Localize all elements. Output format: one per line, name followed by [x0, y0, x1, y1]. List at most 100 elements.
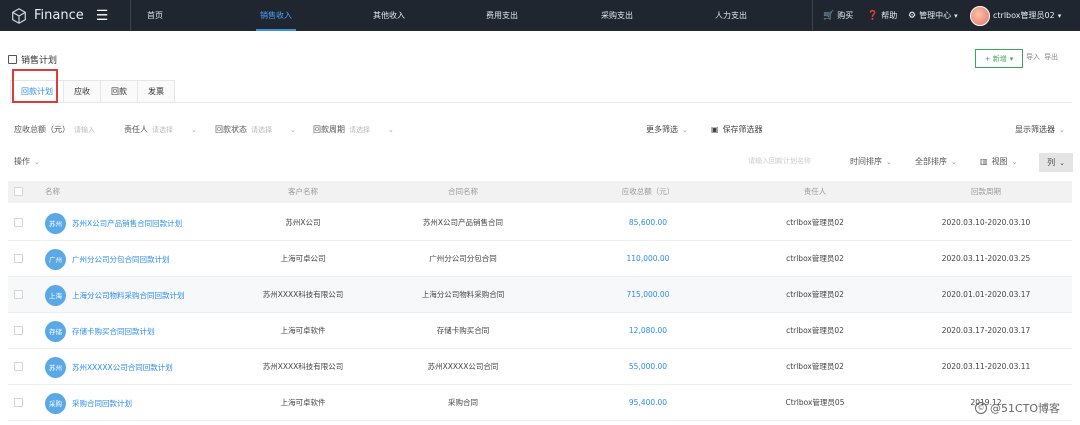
- gear-icon: ⚙: [908, 10, 917, 21]
- table-row[interactable]: 苏州 苏州X公司产品销售合同回款计划 苏州X公司 苏州X公司产品销售合同 85,600.…: [8, 205, 1072, 241]
- brand[interactable]: Finance ☰: [10, 0, 108, 31]
- save-filter-button[interactable]: ▣ 保存筛选器: [711, 124, 763, 135]
- all-sort-label: 全部排序: [915, 157, 947, 166]
- filter-payment-period[interactable]: 回款周期 请选择 ⌄: [313, 124, 394, 135]
- watermark: © @51CTO博客: [975, 400, 1060, 416]
- contract-cell: 苏州XXXXX公司合同: [427, 362, 499, 371]
- owner-cell: ctrlbox管理员02: [786, 290, 844, 299]
- more-filters-label: 更多筛选: [646, 125, 678, 134]
- chevron-down-icon: ⌄: [1011, 157, 1018, 166]
- import-button[interactable]: 导入: [1026, 52, 1040, 62]
- export-button[interactable]: 导出: [1044, 52, 1058, 62]
- purchase-link[interactable]: 🛒 购买: [823, 0, 853, 31]
- operations-dropdown[interactable]: 操作 ⌄: [14, 156, 40, 167]
- period-cell: 2020.01.01-2020.03.17: [941, 290, 1031, 299]
- top-navbar: Finance ☰ 首页 销售收入 其他收入 费用支出 采购支出 人力支出 🛒 …: [0, 0, 1080, 31]
- customer-cell: 苏州X公司: [285, 218, 321, 227]
- plan-name-link[interactable]: 苏州X公司产品销售合同回款计划: [72, 218, 182, 229]
- nav-tab-home[interactable]: 首页: [138, 0, 172, 31]
- nav-divider: [812, 0, 813, 31]
- header-period[interactable]: 回款周期: [936, 181, 1036, 203]
- row-checkbox[interactable]: [14, 398, 23, 407]
- customer-cell: 苏州XXXX科技有限公司: [262, 362, 344, 371]
- search-input[interactable]: 请输入回款计划名称: [748, 156, 811, 166]
- header-customer[interactable]: 客户名称: [253, 181, 353, 203]
- nav-tab-other-income[interactable]: 其他收入: [369, 0, 409, 31]
- tab-payment[interactable]: 回款: [100, 80, 138, 102]
- table-header: 名称 客户名称 合同名称 应收总额（元） 责任人 回款周期: [8, 181, 1072, 203]
- columns-button[interactable]: 列 ⌄: [1039, 153, 1073, 172]
- nav-tab-expenses[interactable]: 费用支出: [482, 0, 522, 31]
- row-checkbox[interactable]: [14, 254, 23, 263]
- filter-receivable-total[interactable]: 应收总额（元） 请输入: [14, 124, 95, 135]
- new-button[interactable]: + 新增 ▾: [975, 49, 1023, 68]
- hamburger-menu-icon[interactable]: ☰: [96, 8, 109, 24]
- more-filters-button[interactable]: 更多筛选 ⌄: [646, 124, 688, 135]
- show-filters-button[interactable]: 显示筛选器 ⌄: [1015, 124, 1065, 135]
- nav-divider: [130, 0, 131, 31]
- chevron-down-icon: ⌄: [388, 125, 394, 134]
- row-checkbox[interactable]: [14, 362, 23, 371]
- nav-tab-hr-expenses[interactable]: 人力支出: [711, 0, 751, 31]
- user-menu[interactable]: ctrlbox管理员02 ▾: [970, 0, 1061, 31]
- chevron-down-icon: ⌄: [682, 125, 688, 134]
- purchase-label: 购买: [837, 11, 854, 20]
- time-sort-dropdown[interactable]: 时间排序 ⌄: [850, 156, 892, 167]
- filter-placeholder: 请输入: [74, 125, 95, 134]
- title-icon: [8, 55, 17, 64]
- filter-owner[interactable]: 责任人 请选择 ⌄: [124, 124, 197, 135]
- filter-label: 责任人: [124, 125, 148, 134]
- row-name[interactable]: 苏州 苏州X公司产品销售合同回款计划: [45, 212, 182, 234]
- chevron-down-icon: ⌄: [951, 157, 957, 166]
- help-link[interactable]: ❓ 帮助: [867, 0, 897, 31]
- filter-payment-status[interactable]: 回款状态 请选择 ⌄: [215, 124, 296, 135]
- customer-cell: 上海可卓软件: [280, 326, 326, 335]
- plan-name-link[interactable]: 广州分公司分包合同回款计划: [72, 254, 170, 265]
- plan-name-link[interactable]: 苏州XXXXX公司合同回款计划: [72, 362, 173, 373]
- row-checkbox[interactable]: [14, 290, 23, 299]
- management-center-dropdown[interactable]: ⚙ 管理中心 ▾: [908, 0, 958, 31]
- select-all-checkbox[interactable]: [14, 187, 23, 196]
- table-row[interactable]: 广州 广州分公司分包合同回款计划 上海可卓公司 广州分公司分包合同 110,000.00…: [8, 241, 1072, 277]
- row-name[interactable]: 存储 存储卡购买合同回款计划: [45, 320, 155, 342]
- highlight-box: [12, 69, 58, 103]
- columns-label: 列: [1047, 158, 1056, 167]
- nav-tab-sales-income[interactable]: 销售收入: [256, 0, 296, 31]
- search-placeholder: 请输入回款计划名称: [748, 157, 811, 165]
- name-badge: 苏州: [45, 212, 66, 234]
- table-row[interactable]: 苏州 苏州XXXXX公司合同回款计划 苏州XXXX科技有限公司 苏州XXXXX公司合同…: [8, 349, 1072, 385]
- header-contract[interactable]: 合同名称: [413, 181, 513, 203]
- row-name[interactable]: 广州 广州分公司分包合同回款计划: [45, 248, 170, 270]
- table-row[interactable]: 采购 采购合同回款计划 上海可卓软件 采购合同 95,400.00 Ctrlbox管理员0…: [8, 385, 1072, 421]
- view-label: 视图: [991, 157, 1008, 166]
- row-checkbox[interactable]: [14, 218, 23, 227]
- all-sort-dropdown[interactable]: 全部排序 ⌄: [915, 156, 957, 167]
- tab-receivable[interactable]: 应收: [63, 80, 101, 102]
- owner-cell: ctrlbox管理员02: [786, 254, 844, 263]
- period-cell: 2020.03.10-2020.03.10: [941, 218, 1031, 227]
- row-checkbox[interactable]: [14, 326, 23, 335]
- chevron-down-icon: ⌄: [1059, 125, 1065, 134]
- row-name[interactable]: 上海 上海分公司物料采购合同回款计划: [45, 284, 185, 306]
- plan-name-link[interactable]: 采购合同回款计划: [72, 398, 132, 409]
- header-owner[interactable]: 责任人: [765, 181, 865, 203]
- amount-cell: 715,000.00: [626, 290, 670, 299]
- nav-tab-purchase-expenses[interactable]: 采购支出: [597, 0, 637, 31]
- amount-cell: 55,000.00: [628, 362, 668, 371]
- table-row[interactable]: 上海 上海分公司物料采购合同回款计划 苏州XXXX科技有限公司 上海分公司物料采购合同…: [8, 277, 1072, 313]
- name-badge: 存储: [45, 320, 66, 342]
- table-row[interactable]: 存储 存储卡购买合同回款计划 上海可卓软件 存储卡购买合同 12,080.00 ctrlb…: [8, 313, 1072, 349]
- row-name[interactable]: 采购 采购合同回款计划: [45, 392, 132, 414]
- owner-cell: ctrlbox管理员02: [786, 218, 844, 227]
- tab-invoice[interactable]: 发票: [137, 80, 175, 102]
- owner-cell: ctrlbox管理员02: [786, 362, 844, 371]
- owner-cell: ctrlbox管理员02: [786, 326, 844, 335]
- plan-name-link[interactable]: 上海分公司物料采购合同回款计划: [72, 290, 185, 301]
- view-dropdown[interactable]: ▥ 视图 ⌄: [980, 156, 1017, 167]
- header-amount[interactable]: 应收总额（元）: [598, 181, 698, 203]
- plan-name-link[interactable]: 存储卡购买合同回款计划: [72, 326, 155, 337]
- header-name[interactable]: 名称: [45, 181, 60, 203]
- chevron-down-icon: ▾: [954, 11, 958, 20]
- row-name[interactable]: 苏州 苏州XXXXX公司合同回款计划: [45, 356, 173, 378]
- help-label: 帮助: [881, 11, 898, 20]
